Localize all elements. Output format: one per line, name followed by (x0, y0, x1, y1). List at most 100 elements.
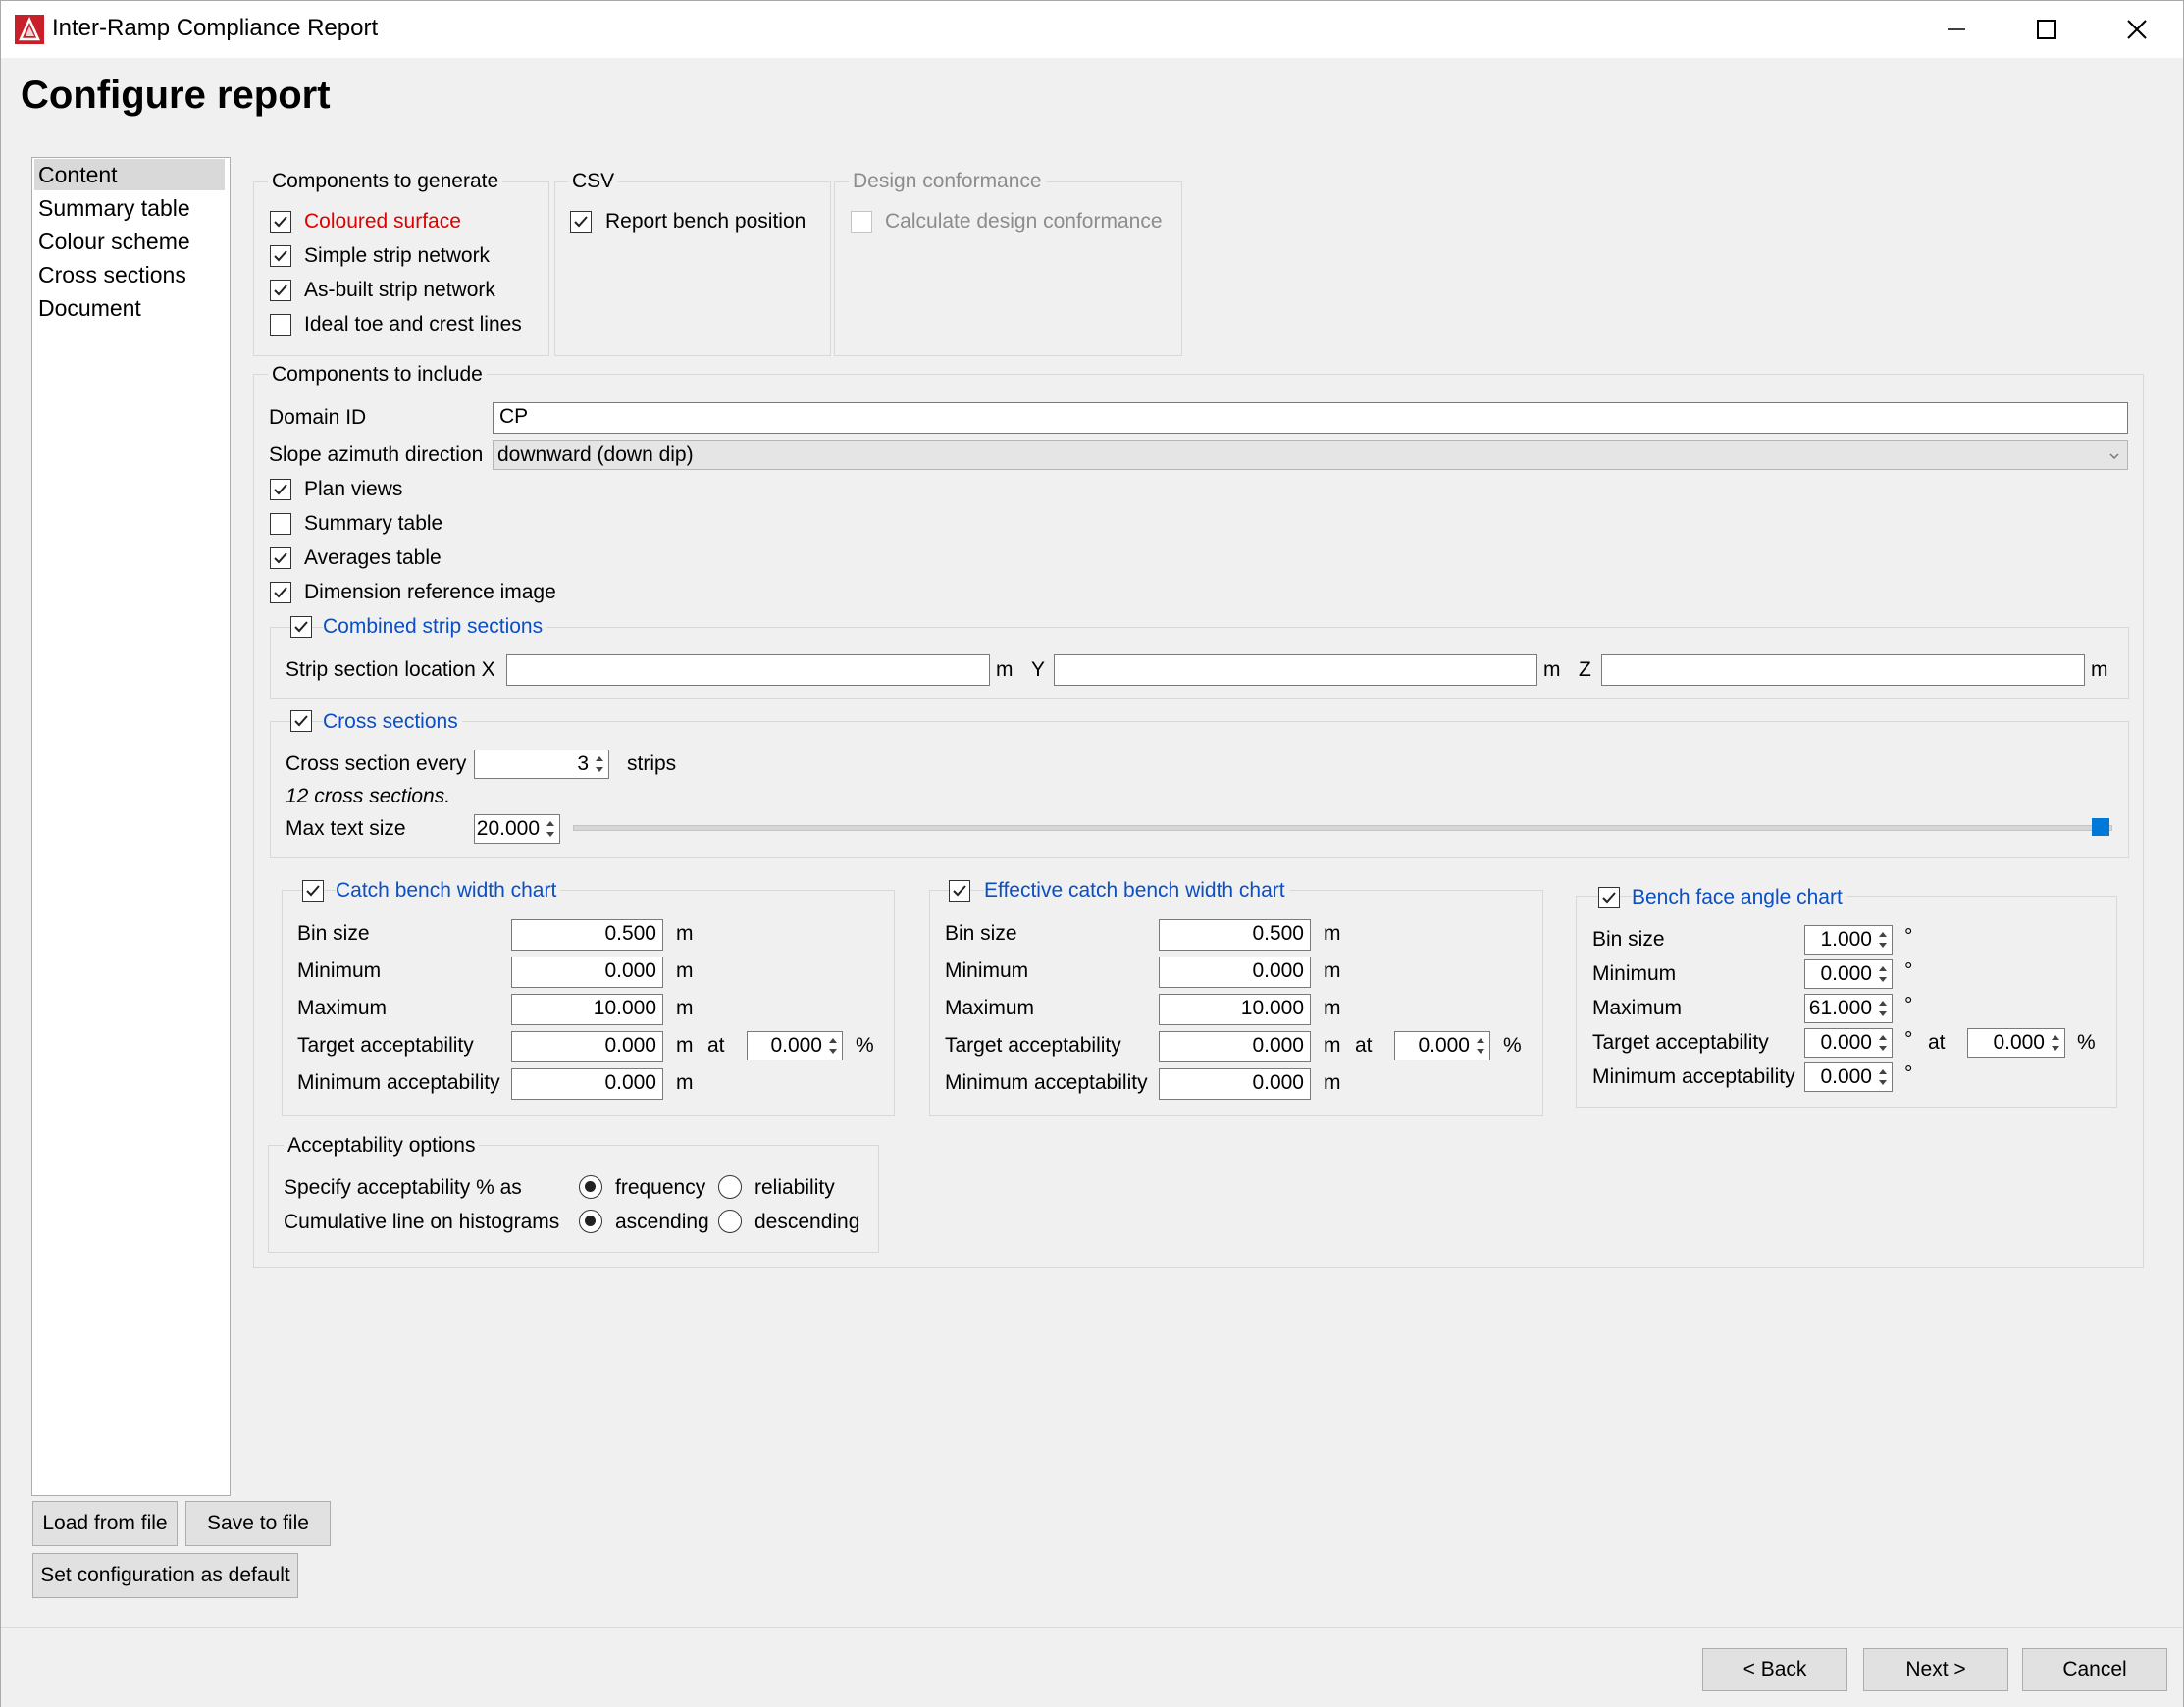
spinner-arrows-icon (1879, 1035, 1887, 1051)
check-icon (574, 216, 588, 228)
effective-catch-title: Effective catch bench width chart (984, 878, 1289, 904)
strip-location-z-input[interactable] (1601, 654, 2085, 686)
maximize-button[interactable] (2012, 9, 2081, 50)
effective-min-acc-input[interactable]: 0.000 (1159, 1068, 1311, 1100)
nav-item-cross-sections[interactable]: Cross sections (36, 259, 186, 290)
simple-strip-network-label: Simple strip network (304, 244, 491, 267)
next-button[interactable]: Next > (1863, 1648, 2008, 1691)
effective-target-pct-spinner[interactable]: 0.000 (1394, 1031, 1490, 1060)
maximize-icon (2037, 20, 2056, 39)
dimension-reference-checkbox[interactable] (270, 582, 291, 603)
csv-title: CSV (568, 170, 619, 193)
spinner-arrows-icon (1477, 1038, 1484, 1054)
catch-bin-size-input[interactable]: 0.500 (511, 919, 663, 951)
domain-id-label: Domain ID (269, 406, 367, 429)
bfa-bin-size-value: 1.000 (1820, 928, 1872, 951)
simple-strip-network-checkbox[interactable] (270, 245, 291, 267)
close-button[interactable] (2103, 9, 2171, 50)
domain-id-input[interactable]: CP (493, 402, 2128, 434)
plan-views-checkbox[interactable] (270, 479, 291, 500)
strip-location-y-input[interactable] (1054, 654, 1537, 686)
minimize-button[interactable] (1922, 9, 1991, 50)
effective-maximum-input[interactable]: 10.000 (1159, 994, 1311, 1025)
page-title: Configure report (21, 74, 331, 117)
set-default-button[interactable]: Set configuration as default (32, 1553, 298, 1598)
effective-bin-size-input[interactable]: 0.500 (1159, 919, 1311, 951)
dimension-reference-label: Dimension reference image (304, 581, 556, 603)
catch-target-pct-spinner[interactable]: 0.000 (747, 1031, 843, 1060)
nav-item-colour-scheme[interactable]: Colour scheme (36, 226, 190, 257)
spinner-arrows-icon (1879, 1069, 1887, 1085)
load-from-file-button[interactable]: Load from file (32, 1501, 178, 1546)
bfa-min-acc-label: Minimum acceptability (1592, 1065, 1795, 1088)
effective-minimum-input[interactable]: 0.000 (1159, 957, 1311, 988)
bfa-min-acc-unit: ° (1904, 1062, 1913, 1085)
catch-bench-width-checkbox[interactable] (302, 880, 324, 902)
ideal-toe-crest-checkbox[interactable] (270, 314, 291, 336)
coloured-surface-checkbox[interactable] (270, 211, 291, 233)
bench-face-angle-checkbox[interactable] (1598, 887, 1620, 908)
design-conformance-title: Design conformance (849, 170, 1046, 193)
radio-selected-dot (585, 1216, 596, 1226)
ascending-radio[interactable] (579, 1210, 602, 1233)
max-text-size-spinner[interactable]: 20.000 (474, 814, 560, 844)
section-nav: Content Summary table Colour scheme Cros… (31, 157, 231, 1496)
bfa-maximum-spinner[interactable]: 61.000 (1804, 994, 1893, 1023)
csv-group (554, 181, 831, 356)
summary-table-checkbox[interactable] (270, 513, 291, 535)
catch-target-label: Target acceptability (297, 1034, 474, 1057)
bfa-minimum-spinner[interactable]: 0.000 (1804, 959, 1893, 989)
acceptability-options-title: Acceptability options (284, 1134, 480, 1158)
effective-target-input[interactable]: 0.000 (1159, 1031, 1311, 1062)
frequency-radio[interactable] (579, 1175, 602, 1199)
cancel-button[interactable]: Cancel (2022, 1648, 2167, 1691)
nav-item-document[interactable]: Document (36, 292, 141, 324)
catch-minimum-unit: m (676, 959, 694, 982)
report-bench-position-checkbox[interactable] (570, 211, 592, 233)
bfa-bin-size-unit: ° (1904, 925, 1913, 948)
strip-location-x-input[interactable] (506, 654, 990, 686)
bfa-minimum-value: 0.000 (1820, 962, 1872, 985)
as-built-strip-network-checkbox[interactable] (270, 280, 291, 301)
slope-azimuth-select[interactable]: downward (down dip) (493, 440, 2128, 470)
reliability-radio[interactable] (718, 1175, 742, 1199)
catch-minimum-input[interactable]: 0.000 (511, 957, 663, 988)
app-logo-icon (15, 15, 44, 44)
descending-radio[interactable] (718, 1210, 742, 1233)
max-text-size-slider[interactable] (573, 825, 2112, 831)
nav-item-content[interactable]: Content (34, 159, 225, 190)
catch-target-unit: m (676, 1034, 694, 1057)
catch-bench-width-title: Catch bench width chart (336, 878, 561, 904)
bfa-minimum-unit: ° (1904, 959, 1913, 982)
check-icon (294, 715, 308, 727)
strip-location-z-label: Z (1579, 658, 1591, 681)
max-text-size-label: Max text size (286, 817, 406, 840)
cross-sections-checkbox[interactable] (290, 710, 312, 732)
averages-table-checkbox[interactable] (270, 547, 291, 569)
bfa-target-pct-unit: % (2077, 1031, 2096, 1054)
cross-section-count-note: 12 cross sections. (286, 785, 451, 807)
catch-target-input[interactable]: 0.000 (511, 1031, 663, 1062)
nav-item-summary-table[interactable]: Summary table (36, 192, 190, 224)
slope-azimuth-label: Slope azimuth direction (269, 443, 484, 466)
bfa-bin-size-label: Bin size (1592, 928, 1665, 951)
effective-maximum-label: Maximum (945, 997, 1035, 1019)
plan-views-label: Plan views (304, 478, 403, 500)
calculate-design-conformance-checkbox[interactable] (851, 211, 872, 233)
back-button[interactable]: < Back (1702, 1648, 1847, 1691)
bfa-target-pct-spinner[interactable]: 0.000 (1967, 1028, 2065, 1058)
effective-catch-checkbox[interactable] (949, 880, 970, 902)
bfa-min-acc-spinner[interactable]: 0.000 (1804, 1062, 1893, 1092)
combined-strip-sections-title: Combined strip sections (323, 614, 547, 640)
bfa-target-spinner[interactable]: 0.000 (1804, 1028, 1893, 1058)
cross-section-every-spinner[interactable]: 3 (474, 750, 609, 779)
bfa-target-pct-value: 0.000 (1993, 1031, 2045, 1054)
cross-section-every-label: Cross section every (286, 752, 467, 775)
save-to-file-button[interactable]: Save to file (185, 1501, 331, 1546)
bfa-bin-size-spinner[interactable]: 1.000 (1804, 925, 1893, 955)
combined-strip-sections-checkbox[interactable] (290, 616, 312, 638)
catch-min-acc-input[interactable]: 0.000 (511, 1068, 663, 1100)
minimize-icon (1948, 28, 1965, 30)
max-text-size-slider-thumb[interactable] (2092, 818, 2109, 836)
catch-maximum-input[interactable]: 10.000 (511, 994, 663, 1025)
